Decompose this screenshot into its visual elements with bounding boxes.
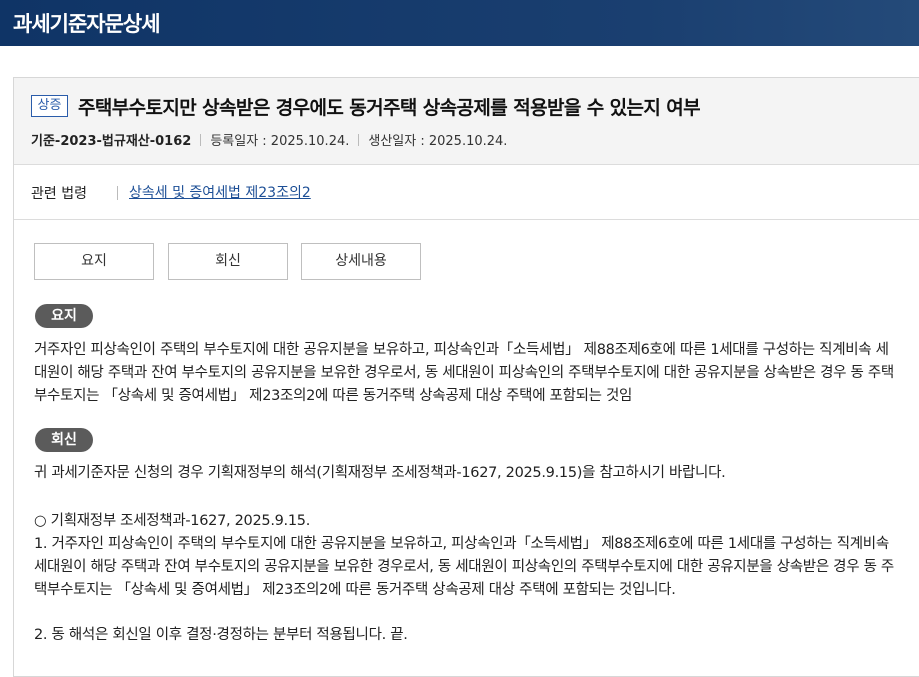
summary-section-label: 요지	[35, 304, 93, 328]
related-law-link[interactable]: 상속세 및 증여세법 제23조의2	[129, 182, 311, 202]
reply-intro: 귀 과세기준자문 신청의 경우 기획재정부의 해석(기획재정부 조세정책과-16…	[34, 465, 726, 481]
meta-divider	[200, 134, 202, 146]
page-title: 과세기준자문상세	[13, 12, 161, 36]
document-header: 상증 주택부수토지만 상속받은 경우에도 동거주택 상속공제를 적용받을 수 있…	[14, 78, 919, 165]
produced-date: 생산일자 : 2025.10.24.	[368, 134, 508, 149]
tab-reply-button[interactable]: 회신	[168, 243, 288, 280]
document-meta: 기준-2023-법규재산-0162 등록일자 : 2025.10.24. 생산일자 …	[31, 130, 507, 149]
document-card: 상증 주택부수토지만 상속받은 경우에도 동거주택 상속공제를 적용받을 수 있…	[13, 77, 919, 677]
tab-summary-button[interactable]: 요지	[34, 243, 154, 280]
reply-reference: ○ 기획재정부 조세정책과-1627, 2025.9.15.	[34, 513, 311, 529]
category-badge: 상증	[31, 95, 68, 117]
related-law-row: 관련 법령 상속세 및 증여세법 제23조의2	[14, 166, 919, 220]
document-title: 주택부수토지만 상속받은 경우에도 동거주택 상속공제를 적용받을 수 있는지 …	[78, 97, 701, 119]
tab-detail-button[interactable]: 상세내용	[301, 243, 421, 280]
related-law-divider	[117, 186, 118, 200]
page-header: 과세기준자문상세	[0, 0, 919, 46]
document-code: 기준-2023-법규재산-0162	[31, 134, 192, 149]
meta-divider	[358, 134, 360, 146]
related-law-label: 관련 법령	[31, 186, 87, 202]
summary-text: 거주자인 피상속인이 주택의 부수토지에 대한 공유지분을 보유하고, 피상속인…	[34, 342, 894, 404]
reply-item-2: 2. 동 해석은 회신일 이후 결정·경정하는 분부터 적용됩니다. 끝.	[34, 627, 408, 643]
reply-item-1: 1. 거주자인 피상속인이 주택의 부수토지에 대한 공유지분을 보유하고, 피…	[34, 536, 894, 598]
reply-section-label: 회신	[35, 428, 93, 452]
registered-date: 등록일자 : 2025.10.24.	[210, 134, 350, 149]
